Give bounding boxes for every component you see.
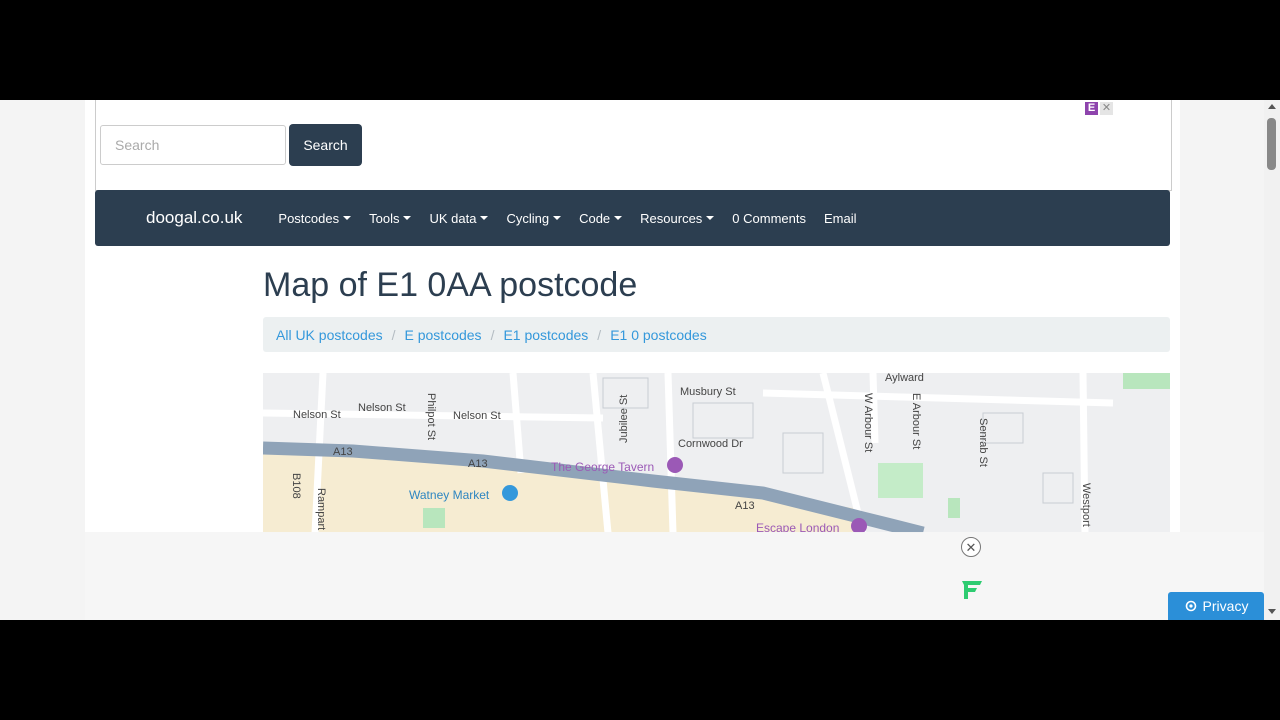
map-park — [1123, 373, 1170, 389]
privacy-button[interactable]: Privacy — [1168, 592, 1264, 620]
map-label: Philpot St — [425, 393, 437, 440]
map-label: Nelson St — [293, 409, 341, 421]
ad-info-icon[interactable]: E — [1085, 102, 1098, 115]
map-poi-label[interactable]: Watney Market — [409, 488, 490, 502]
main-navbar: doogal.co.uk Postcodes Tools UK data Cyc… — [95, 190, 1170, 246]
breadcrumb-e1-0[interactable]: E1 0 postcodes — [610, 327, 707, 343]
ad-close-icon[interactable]: ✕ — [961, 537, 981, 557]
nav-cycling[interactable]: Cycling — [506, 211, 562, 226]
map-park — [948, 498, 960, 518]
page-title: Map of E1 0AA postcode — [263, 266, 638, 304]
scroll-up-arrow-icon[interactable] — [1268, 104, 1276, 109]
map-label: Senrab St — [977, 418, 989, 467]
caret-down-icon — [343, 216, 352, 220]
caret-down-icon — [480, 216, 489, 220]
map-label: Jubilee St — [618, 395, 630, 443]
breadcrumb-e1[interactable]: E1 postcodes — [503, 327, 588, 343]
map-label: A13 — [735, 500, 755, 512]
map-poi-label[interactable]: The George Tavern — [551, 460, 654, 474]
nav-comments[interactable]: 0 Comments — [732, 211, 806, 226]
map-canvas[interactable]: Nelson St Nelson St Nelson St A13 A13 A1… — [263, 373, 1170, 533]
map-label: A13 — [468, 458, 488, 470]
breadcrumb-separator: / — [490, 326, 495, 343]
map-label: Nelson St — [453, 410, 501, 422]
bottom-ad-overlay — [85, 532, 1265, 620]
ad-close-icon[interactable]: ✕ — [1100, 102, 1113, 115]
map-park — [423, 508, 445, 528]
map-label: B108 — [290, 473, 302, 499]
caret-down-icon — [614, 216, 623, 220]
search-input[interactable] — [100, 125, 286, 165]
browser-viewport: E ✕ Search doogal.co.uk Postcodes Tools … — [0, 100, 1280, 620]
gear-icon — [1185, 600, 1196, 612]
caret-down-icon — [553, 216, 562, 220]
map-label: A13 — [333, 446, 353, 458]
nav-resources[interactable]: Resources — [640, 211, 715, 226]
ad-choices[interactable]: E ✕ — [1085, 102, 1113, 115]
map-label: Rampart St — [315, 488, 327, 533]
map-label: Westport — [1080, 483, 1092, 527]
scroll-down-arrow-icon[interactable] — [1268, 609, 1276, 614]
breadcrumb-all-uk[interactable]: All UK postcodes — [276, 327, 383, 343]
ad-network-logo-icon — [962, 581, 982, 599]
postcode-map[interactable]: Nelson St Nelson St Nelson St A13 A13 A1… — [263, 373, 1170, 533]
scroll-thumb[interactable] — [1267, 118, 1276, 170]
nav-code[interactable]: Code — [579, 211, 623, 226]
breadcrumb-separator: / — [597, 326, 602, 343]
breadcrumb: All UK postcodes / E postcodes / E1 post… — [263, 317, 1170, 352]
vertical-scrollbar[interactable] — [1264, 100, 1280, 620]
map-label: Nelson St — [358, 402, 406, 414]
nav-tools[interactable]: Tools — [369, 211, 412, 226]
map-label: W Arbour St — [862, 393, 874, 452]
nav-postcodes[interactable]: Postcodes — [278, 211, 352, 226]
privacy-label: Privacy — [1202, 598, 1249, 614]
search-button[interactable]: Search — [289, 124, 362, 166]
nav-email[interactable]: Email — [824, 211, 857, 226]
map-label: Musbury St — [680, 386, 736, 398]
caret-down-icon — [403, 216, 412, 220]
map-label: Cornwood Dr — [678, 438, 743, 450]
map-label: Aylward — [885, 373, 924, 384]
caret-down-icon — [706, 216, 715, 220]
breadcrumb-separator: / — [391, 326, 396, 343]
site-brand-link[interactable]: doogal.co.uk — [146, 208, 242, 228]
map-label: E Arbour St — [910, 393, 922, 449]
pub-icon[interactable] — [667, 457, 683, 473]
breadcrumb-e[interactable]: E postcodes — [405, 327, 482, 343]
shopping-cart-icon[interactable] — [502, 485, 518, 501]
map-park — [878, 463, 923, 498]
nav-uk-data[interactable]: UK data — [429, 211, 489, 226]
